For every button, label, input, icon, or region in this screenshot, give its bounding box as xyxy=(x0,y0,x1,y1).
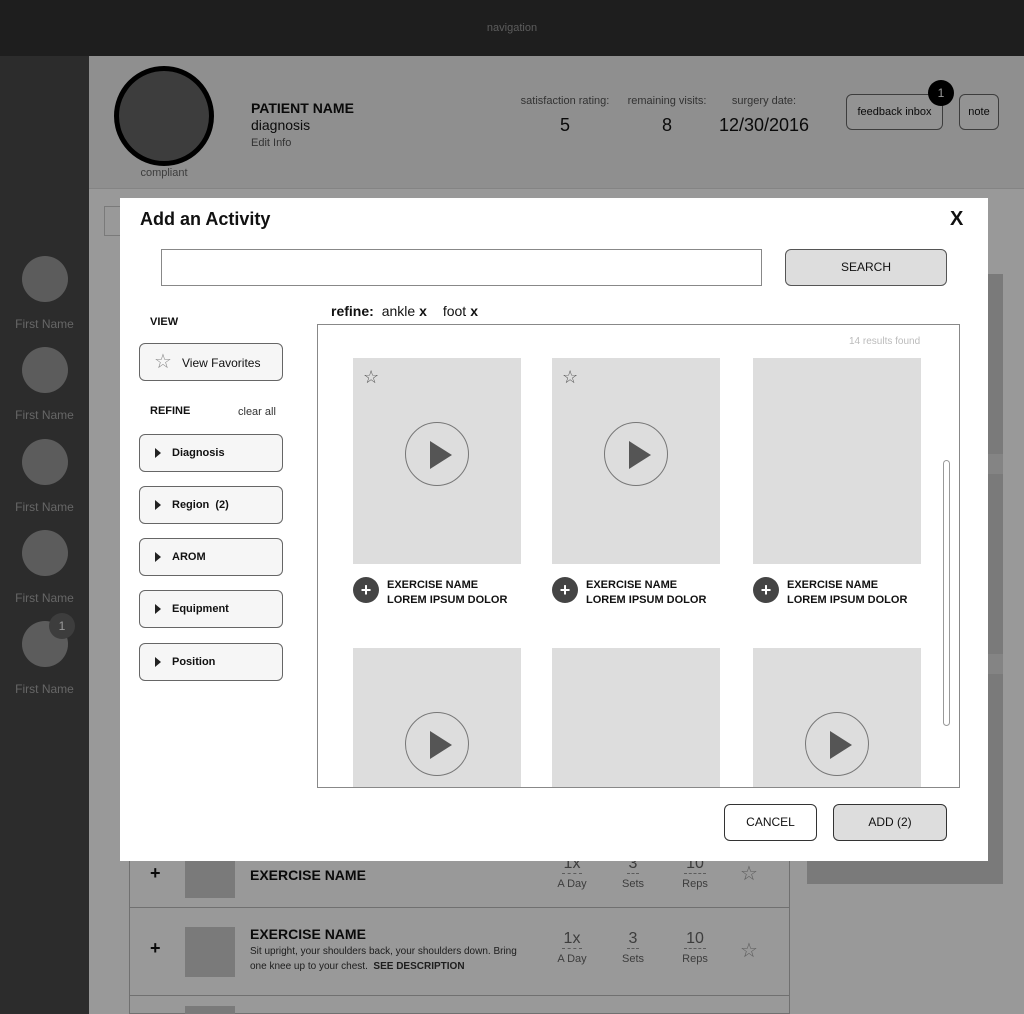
caret-right-icon xyxy=(155,552,161,562)
results-count: 14 results found xyxy=(849,336,921,347)
filter-tag-foot: foot xyxy=(442,303,467,319)
exercise-card[interactable] xyxy=(552,648,720,787)
exercise-card[interactable]: ☆ + EXERCISE NAME LOREM IPSUM DOLOR xyxy=(353,358,521,608)
cancel-button[interactable]: CANCEL xyxy=(724,804,817,841)
facet-position[interactable]: Position xyxy=(139,643,283,681)
add-activity-modal: Add an Activity X SEARCH VIEW ☆ View Fav… xyxy=(120,198,988,861)
exercise-name: EXERCISE NAME xyxy=(586,579,678,591)
refine-label: refine: xyxy=(331,303,374,319)
exercise-name: EXERCISE NAME xyxy=(787,579,879,591)
exercise-card[interactable]: + EXERCISE NAME LOREM IPSUM DOLOR xyxy=(753,358,921,608)
video-thumbnail[interactable] xyxy=(753,358,921,564)
view-favorites-button[interactable]: ☆ View Favorites xyxy=(139,343,283,381)
view-section-label: VIEW xyxy=(150,316,179,328)
clear-all-link[interactable]: clear all xyxy=(238,406,276,418)
plus-icon[interactable]: + xyxy=(353,577,379,603)
exercise-subtitle: LOREM IPSUM DOLOR xyxy=(387,594,508,606)
caret-right-icon xyxy=(155,657,161,667)
exercise-subtitle: LOREM IPSUM DOLOR xyxy=(787,594,908,606)
star-icon[interactable]: ☆ xyxy=(562,368,578,386)
close-icon[interactable]: X xyxy=(950,208,963,231)
play-icon[interactable] xyxy=(604,422,668,486)
facet-label: Diagnosis xyxy=(172,447,225,459)
filter-tag-ankle: ankle xyxy=(381,303,416,319)
exercise-card-title: EXERCISE NAME LOREM IPSUM DOLOR xyxy=(586,578,726,608)
facet-equipment[interactable]: Equipment xyxy=(139,590,283,628)
remove-filter-ankle-button[interactable]: x xyxy=(419,303,427,319)
facet-label: Region (2) xyxy=(172,499,229,511)
exercise-card[interactable] xyxy=(353,648,521,787)
results-panel[interactable]: 14 results found ☆ + EXERCISE NAME LOREM… xyxy=(317,324,960,788)
caret-right-icon xyxy=(155,448,161,458)
play-icon[interactable] xyxy=(805,712,869,776)
star-icon[interactable]: ☆ xyxy=(363,368,379,386)
remove-filter-foot-button[interactable]: x xyxy=(470,303,478,319)
play-icon[interactable] xyxy=(405,422,469,486)
facet-label: AROM xyxy=(172,551,206,563)
caret-right-icon xyxy=(155,604,161,614)
modal-title: Add an Activity xyxy=(140,209,271,229)
video-thumbnail[interactable] xyxy=(552,648,720,787)
add-button[interactable]: ADD (2) xyxy=(833,804,947,841)
view-favorites-label: View Favorites xyxy=(182,356,261,370)
exercise-name: EXERCISE NAME xyxy=(387,579,479,591)
star-icon: ☆ xyxy=(154,351,172,373)
play-icon[interactable] xyxy=(405,712,469,776)
results-scrollbar[interactable] xyxy=(943,460,953,726)
facet-label: Position xyxy=(172,656,216,668)
search-button[interactable]: SEARCH xyxy=(785,249,947,286)
scrollbar-thumb[interactable] xyxy=(943,460,950,726)
exercise-card-title: EXERCISE NAME LOREM IPSUM DOLOR xyxy=(387,578,527,608)
facet-diagnosis[interactable]: Diagnosis xyxy=(139,434,283,472)
refine-section-label: REFINE xyxy=(150,405,191,417)
facet-arom[interactable]: AROM xyxy=(139,538,283,576)
facet-label: Equipment xyxy=(172,603,229,615)
plus-icon[interactable]: + xyxy=(753,577,779,603)
facet-region[interactable]: Region (2) xyxy=(139,486,283,524)
exercise-subtitle: LOREM IPSUM DOLOR xyxy=(586,594,707,606)
exercise-card[interactable] xyxy=(753,648,921,787)
exercise-card-title: EXERCISE NAME LOREM IPSUM DOLOR xyxy=(787,578,927,608)
search-input[interactable] xyxy=(161,249,762,286)
exercise-card[interactable]: ☆ + EXERCISE NAME LOREM IPSUM DOLOR xyxy=(552,358,720,608)
active-filters-bar: refine: ankle x foot x xyxy=(331,303,486,319)
caret-right-icon xyxy=(155,500,161,510)
plus-icon[interactable]: + xyxy=(552,577,578,603)
